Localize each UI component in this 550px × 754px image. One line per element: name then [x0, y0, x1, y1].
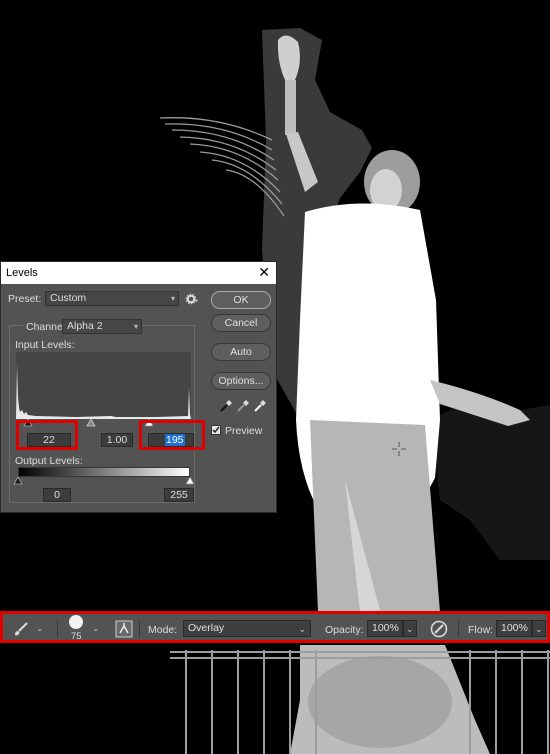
chevron-down-icon[interactable]: ⌄ — [92, 623, 100, 634]
chevron-down-icon: ▾ — [170, 294, 175, 303]
output-levels-label: Output Levels: — [15, 455, 83, 467]
input-gamma-field[interactable]: 1.00 — [101, 433, 133, 447]
highlight-white-input — [139, 420, 205, 450]
preset-label: Preset: — [8, 293, 42, 305]
gray-eyedropper-icon[interactable] — [236, 399, 250, 413]
pressure-opacity-icon[interactable] — [429, 619, 449, 639]
chevron-down-icon: ⌄ — [535, 624, 543, 634]
separator — [458, 620, 459, 638]
levels-dialog: Levels ✕ Preset: Custom ▾ Channel: Alpha… — [0, 261, 277, 513]
brush-tool-icon[interactable] — [12, 620, 30, 638]
separator — [57, 620, 58, 638]
dialog-titlebar[interactable]: Levels ✕ — [1, 262, 276, 284]
brush-size-value: 75 — [71, 631, 82, 642]
white-eyedropper-icon[interactable] — [253, 399, 267, 413]
preview-label: Preview — [225, 425, 263, 437]
highlight-black-input — [16, 420, 78, 450]
close-icon[interactable]: ✕ — [258, 265, 270, 279]
opacity-dropdown[interactable]: ⌄ — [403, 620, 417, 637]
opacity-label: Opacity: — [325, 624, 364, 636]
flow-dropdown[interactable]: ⌄ — [532, 620, 546, 637]
output-black-field[interactable]: 0 — [43, 488, 71, 502]
dialog-title: Levels — [6, 267, 38, 279]
options-button[interactable]: Options... — [211, 372, 271, 390]
settings-gear-icon[interactable] — [185, 292, 199, 306]
opacity-field[interactable]: 100% — [367, 620, 403, 637]
histogram — [16, 352, 191, 419]
input-levels-label: Input Levels: — [15, 339, 75, 351]
separator — [139, 620, 140, 638]
output-slider-track[interactable] — [13, 477, 195, 486]
mode-label: Mode: — [148, 624, 178, 636]
chevron-down-icon: ⌄ — [406, 624, 414, 634]
chevron-down-icon: ⌄ — [298, 624, 306, 634]
black-eyedropper-icon[interactable] — [219, 399, 233, 413]
brush-settings-icon[interactable] — [115, 620, 133, 638]
flow-field[interactable]: 100% — [496, 620, 532, 637]
preview-checkbox[interactable] — [211, 425, 221, 435]
output-gradient — [18, 467, 190, 477]
ok-button[interactable]: OK — [211, 291, 271, 309]
auto-button[interactable]: Auto — [211, 343, 271, 361]
checkmark-icon — [212, 426, 220, 434]
mode-value: Overlay — [188, 622, 225, 634]
flow-label: Flow: — [468, 624, 494, 636]
brush-preset-icon[interactable] — [69, 615, 83, 629]
channel-dropdown[interactable]: Alpha 2 ▾ — [62, 319, 142, 334]
mode-dropdown[interactable]: Overlay ⌄ — [183, 620, 311, 637]
chevron-down-icon: ▾ — [133, 322, 138, 331]
output-white-field[interactable]: 255 — [164, 488, 194, 502]
tool-options-bar: ⌄ 75 ⌄ Mode: Overlay ⌄ Opacity: 100% ⌄ F… — [0, 611, 550, 643]
channel-value: Alpha 2 — [67, 320, 103, 332]
preset-dropdown[interactable]: Custom ▾ — [45, 291, 179, 306]
cancel-button[interactable]: Cancel — [211, 314, 271, 332]
preset-value: Custom — [50, 292, 87, 304]
chevron-down-icon[interactable]: ⌄ — [36, 623, 44, 634]
